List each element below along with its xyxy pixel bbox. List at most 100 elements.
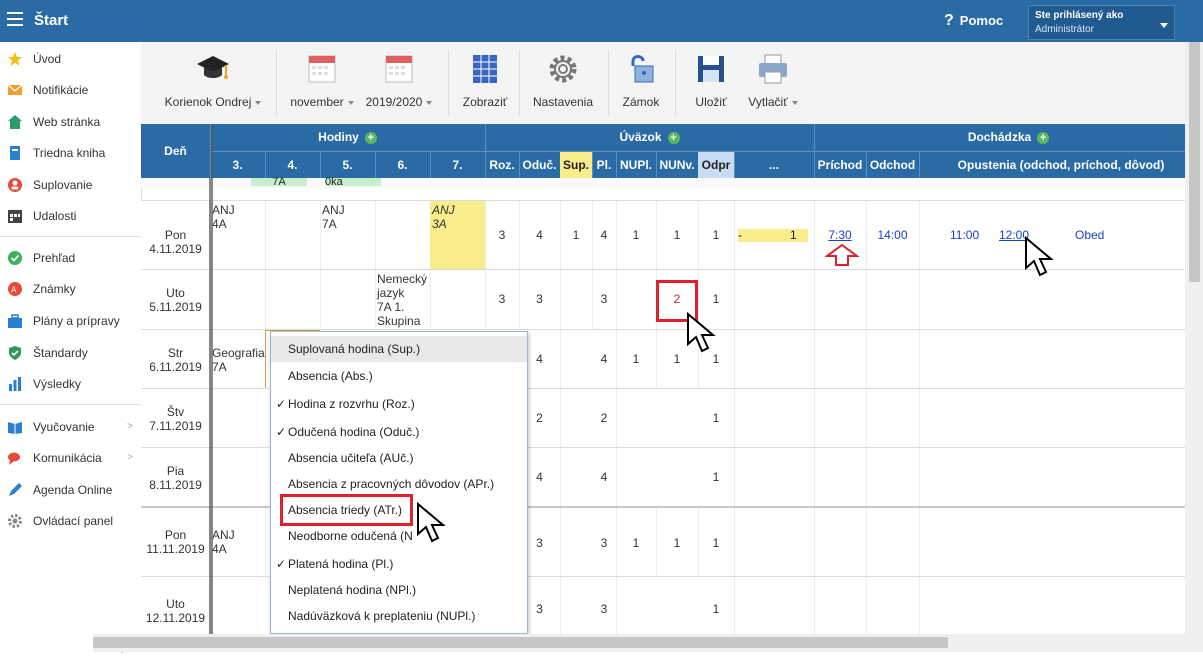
menu-item-label: Odučená hodina (Oduč.) [288,425,420,439]
settings-button[interactable]: Nastavenia [529,52,597,109]
lesson-cell[interactable] [210,270,266,332]
sidebar-item-label: Výsledky [33,377,82,391]
col-more[interactable]: ... [734,152,815,179]
column-toggle-menu: Suplovaná hodina (Sup.) Absencia (Abs.) … [270,331,528,634]
plus-icon[interactable]: + [364,131,377,144]
menu-item-oduc[interactable]: ✓ Odučená hodina (Oduč.) [271,419,527,445]
menu-item-nupl[interactable]: Nadúväzková k preplateniu (NUPl.) [271,603,527,629]
menu-item-label: Absencia učiteľa (AUč.) [288,451,414,465]
arrival-time[interactable] [814,508,867,578]
col-leaves: Opustenia (odchod, príchod, dôvod) [957,158,1165,172]
substituted-lesson-cell[interactable]: ANJ 3A [430,201,486,272]
menu-item-label: Suplovaná hodina (Sup.) [288,342,421,356]
menu-item-sup[interactable]: Suplovaná hodina (Sup.) [271,336,527,362]
horizontal-scrollbar[interactable] [93,634,1203,652]
partial-cell: 0ka [325,177,381,188]
sidebar-item-agenda[interactable]: Agenda Online [0,478,141,502]
sidebar-item-label: Ovládací panel [33,514,114,528]
arrival-time[interactable] [814,448,867,507]
show-label: Zobraziť [462,95,508,109]
lesson-cell[interactable]: Nemecký jazyk 7A 1. Skupina [375,270,431,332]
check-circle-icon [8,251,22,265]
lock-label: Zámok [622,95,660,109]
departure-time[interactable] [866,389,920,448]
lesson-cell[interactable] [320,270,376,332]
sidebar-item-prehlad[interactable]: Prehľad [0,246,141,270]
menu-item-label: Hodina z rozvrhu (Roz.) [288,397,415,411]
vertical-scrollbar[interactable] [1185,42,1203,634]
extra-cell [734,508,815,578]
departure-time[interactable] [866,508,920,578]
teacher-select[interactable]: Korienok Ondrej [163,52,263,109]
print-button[interactable]: Vytlačiť [744,52,802,109]
menu-item-label: Platená hodina (Pl.) [288,557,394,571]
sidebar-item-suplovanie[interactable]: Suplovanie [0,173,141,197]
departure-time[interactable] [866,448,920,507]
lesson-cell[interactable] [375,201,431,272]
leave-reason: Obed [1075,228,1105,242]
day-date: 5.11.2019 [149,300,202,314]
toolbar-divider [276,50,277,116]
plus-icon[interactable]: + [667,131,680,144]
shield-icon [9,346,21,360]
star-icon [8,52,22,66]
day-name: Pia [166,464,185,478]
menu-item-auc[interactable]: Absencia učiteľa (AUč.) [271,445,527,471]
arrow-up-annotation [825,244,859,266]
menu-item-abs[interactable]: Absencia (Abs.) [271,363,527,389]
day-date: 4.11.2019 [149,242,202,256]
departure-time[interactable] [866,330,920,389]
gear-icon [549,55,577,83]
sidebar-item-label: Komunikácia [33,451,102,465]
sidebar-item-standardy[interactable]: Štandardy [0,341,141,365]
help-link[interactable]: ? Pomoc [944,12,1003,30]
scrollbar-thumb[interactable] [1189,42,1200,282]
lesson-cell[interactable]: ANJ 4A [210,201,266,272]
year-select[interactable]: 2019/2020 [365,52,433,109]
menu-item-label: Absencia z pracovných dôvodov (APr.) [288,477,495,491]
sidebar-item-notifikacie[interactable]: Notifikácie [0,78,141,102]
lesson-cell[interactable] [265,201,321,272]
sidebar-item-web[interactable]: Web stránka [0,110,141,134]
show-button[interactable]: Zobraziť [459,52,511,109]
home-icon [8,115,22,129]
lesson-cell[interactable] [265,270,321,332]
lesson-cell[interactable] [430,270,486,332]
sidebar-item-vysledky[interactable]: Výsledky [0,372,141,396]
sidebar-item-label: Vyučovanie [33,420,95,434]
highlight-box [280,494,413,526]
lesson-cell[interactable]: ANJ 7A [320,201,376,272]
menu-item-npl[interactable]: Neplatená hodina (NPl.) [271,577,527,603]
departure-time[interactable] [866,577,920,634]
extra-cell [734,448,815,507]
user-role: Administrátor [1035,24,1094,35]
sidebar-item-plany[interactable]: Plány a prípravy [0,309,141,333]
departure-time[interactable] [866,270,920,330]
menu-icon[interactable] [7,12,23,26]
plus-icon[interactable]: + [1037,131,1050,144]
menu-item-roz[interactable]: ✓ Hodina z rozvrhu (Roz.) [271,391,527,417]
arrival-time[interactable] [814,270,867,330]
month-select[interactable]: november [289,52,355,109]
arrival-time[interactable] [814,389,867,448]
sidebar-item-vyucovanie[interactable]: Vyučovanie > [0,415,141,439]
save-button[interactable]: Uložiť [689,52,733,109]
toolbar-divider [608,50,609,116]
arrival-link[interactable]: 7:30 [828,228,851,242]
top-bar: Štart ? Pomoc Ste prihlásený ako Administ… [0,0,1203,42]
nupl-value [616,270,657,330]
sidebar-item-uvod[interactable]: Úvod [0,47,141,71]
sidebar-item-komunikacia[interactable]: Komunikácia > [0,446,141,470]
sidebar-item-triedna-kniha[interactable]: Triedna kniha [0,141,141,165]
sidebar-item-znamky[interactable]: A Známky [0,277,141,301]
arrival-time[interactable] [814,330,867,389]
menu-item-pl[interactable]: ✓ Platená hodina (Pl.) [271,551,527,577]
sidebar-item-ovladaci-panel[interactable]: Ovládací panel [0,509,141,533]
arrival-time[interactable] [814,577,867,634]
menu-item-neodborne[interactable]: Neodborne odučená (N [271,523,527,549]
user-dropdown[interactable]: Ste prihlásený ako Administrátor [1028,5,1175,40]
scrollbar-thumb[interactable] [93,637,948,648]
sidebar-item-udalosti[interactable]: Udalosti [0,204,141,228]
lock-button[interactable]: Zámok [617,52,665,109]
day-date: 12.11.2019 [145,611,206,625]
